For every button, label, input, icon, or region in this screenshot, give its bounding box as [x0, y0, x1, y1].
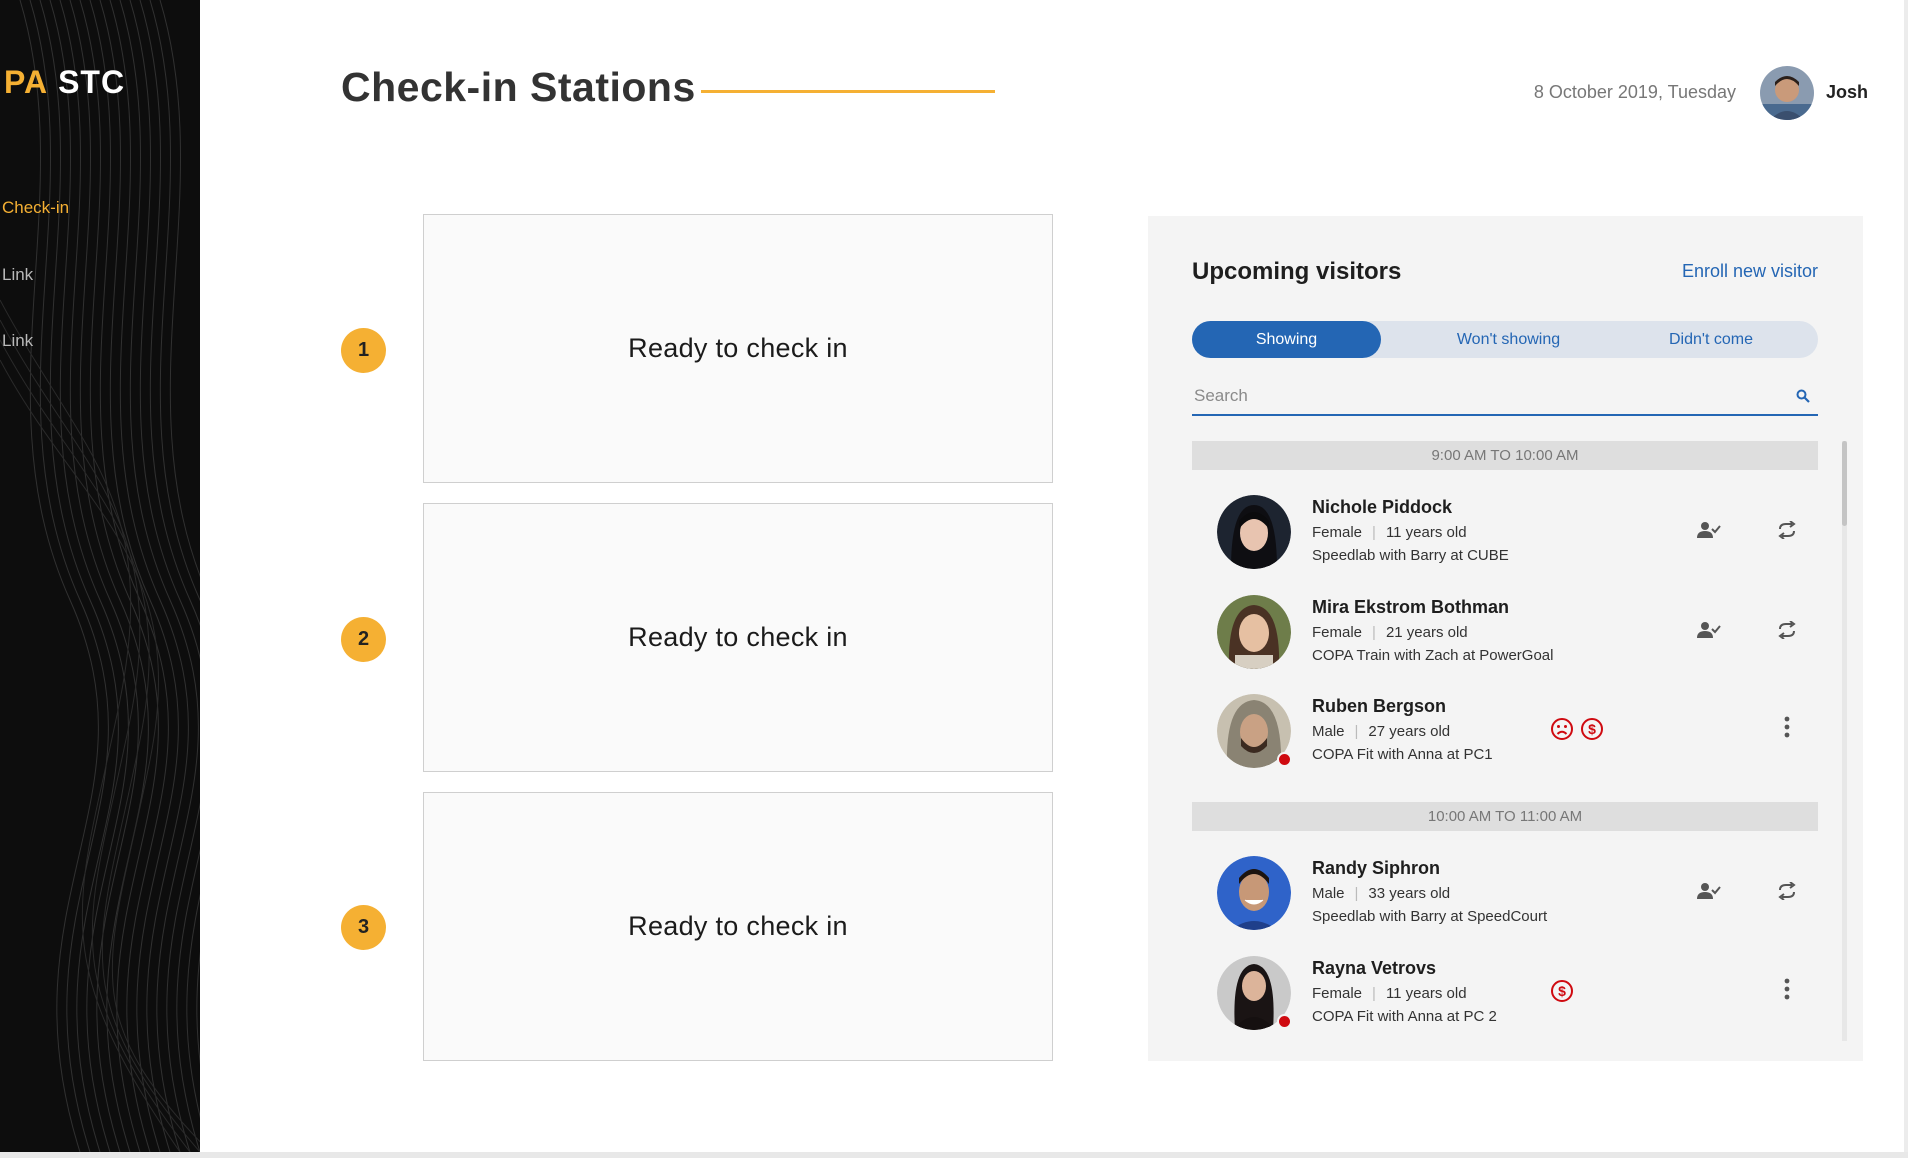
- station-1-status: Ready to check in: [628, 333, 848, 363]
- refresh-icon[interactable]: [1777, 881, 1797, 905]
- sidebar-item-link-2[interactable]: Link: [2, 331, 33, 351]
- visitor-row[interactable]: Nichole Piddock Female | 11 years old Spee…: [1192, 489, 1818, 571]
- station-number-1: 1: [341, 328, 386, 373]
- visitor-age: 11 years old: [1385, 524, 1467, 541]
- visitor-avatar: [1217, 595, 1291, 669]
- visitor-meta: Female | 11 years old: [1312, 985, 1467, 1002]
- app-logo[interactable]: PA STC: [4, 64, 125, 101]
- svg-text:$: $: [1558, 983, 1566, 999]
- visitor-session: Speedlab with Barry at SpeedCourt: [1312, 908, 1548, 925]
- visitor-age: 11 years old: [1385, 985, 1467, 1002]
- separator: |: [1372, 624, 1376, 641]
- sidebar-item-link-1[interactable]: Link: [2, 265, 33, 285]
- bottom-border: [0, 1152, 1908, 1158]
- visitor-name: Randy Siphron: [1312, 858, 1441, 878]
- logo-part-1: PA: [4, 64, 49, 100]
- station-1-panel[interactable]: Ready to check in: [423, 214, 1053, 483]
- visitor-name: Ruben Bergson: [1312, 696, 1447, 716]
- search-icon[interactable]: [1796, 389, 1810, 408]
- check-in-user-icon[interactable]: [1697, 521, 1721, 544]
- visitor-age: 33 years old: [1368, 885, 1451, 902]
- refresh-icon[interactable]: [1777, 520, 1797, 544]
- alert-status-dot: [1277, 1014, 1292, 1029]
- search-field: [1192, 381, 1818, 416]
- dollar-icon: $: [1550, 979, 1574, 1008]
- title-underline: [701, 90, 995, 93]
- visitor-meta: Male | 33 years old: [1312, 885, 1450, 902]
- more-vertical-icon[interactable]: [1784, 716, 1790, 743]
- visitor-age: 27 years old: [1368, 723, 1451, 740]
- visitor-session: COPA Fit with Anna at PC 2: [1312, 1008, 1497, 1025]
- visitor-meta: Female | 21 years old: [1312, 624, 1468, 641]
- visitor-list-scrollbar[interactable]: [1842, 441, 1847, 1041]
- enroll-new-visitor-link[interactable]: Enroll new visitor: [1682, 261, 1818, 282]
- visitor-row[interactable]: Ruben Bergson Male | 27 years old COPA Fit…: [1192, 688, 1818, 770]
- right-border: [1904, 0, 1908, 1152]
- separator: |: [1354, 885, 1359, 902]
- scrollbar-thumb[interactable]: [1842, 441, 1847, 526]
- visitor-gender: Female: [1312, 624, 1363, 641]
- visitor-name: Nichole Piddock: [1312, 497, 1453, 517]
- more-vertical-icon[interactable]: [1784, 978, 1790, 1005]
- current-date: 8 October 2019, Tuesday: [1533, 82, 1736, 102]
- alert-status-dot: [1277, 752, 1292, 767]
- tab-showing[interactable]: Showing: [1192, 321, 1381, 358]
- visitor-meta: Male | 27 years old: [1312, 723, 1450, 740]
- station-2-status: Ready to check in: [628, 622, 848, 652]
- visitor-gender: Female: [1312, 524, 1363, 541]
- separator: |: [1372, 524, 1376, 541]
- visitor-name: Rayna Vetrovs: [1312, 958, 1437, 978]
- separator: |: [1354, 723, 1359, 740]
- visitor-row[interactable]: Rayna Vetrovs Female | 11 years old COPA F…: [1192, 950, 1818, 1032]
- visitor-avatar: [1217, 495, 1291, 569]
- tab-wont-showing[interactable]: Won't showing: [1381, 321, 1636, 358]
- visitor-gender: Male: [1312, 885, 1345, 902]
- station-3-panel[interactable]: Ready to check in: [423, 792, 1053, 1061]
- visitor-meta: Female | 11 years old: [1312, 524, 1467, 541]
- svg-text:$: $: [1588, 721, 1596, 737]
- check-in-user-icon[interactable]: [1697, 882, 1721, 905]
- page-title: Check-in Stations: [341, 64, 696, 110]
- logo-part-2: STC: [58, 64, 126, 100]
- visitor-name: Mira Ekstrom Bothman: [1312, 597, 1510, 617]
- sidebar: PA STC Check-in Link Link: [0, 0, 200, 1152]
- visitor-session: COPA Fit with Anna at PC1: [1312, 746, 1493, 763]
- sad-face-icon: [1550, 717, 1574, 746]
- visitor-session: COPA Train with Zach at PowerGoal: [1312, 647, 1554, 664]
- search-input[interactable]: [1192, 381, 1776, 411]
- visitor-session: Speedlab with Barry at CUBE: [1312, 547, 1509, 564]
- station-number-3: 3: [341, 905, 386, 950]
- user-name[interactable]: Josh: [1826, 82, 1868, 103]
- dollar-icon: $: [1580, 717, 1604, 746]
- upcoming-visitors-panel: Upcoming visitors Enroll new visitor Sho…: [1148, 216, 1863, 1061]
- visitor-avatar: [1217, 856, 1291, 930]
- visitor-status-tabs: Showing Won't showing Didn't come: [1192, 321, 1818, 358]
- tab-didnt-come[interactable]: Didn't come: [1636, 321, 1786, 358]
- visitor-row[interactable]: Randy Siphron Male | 33 years old Speedlab…: [1192, 850, 1818, 932]
- wave-pattern-decoration: [0, 0, 200, 1152]
- sidebar-item-check-in[interactable]: Check-in: [2, 198, 69, 218]
- separator: |: [1372, 985, 1376, 1002]
- user-avatar[interactable]: [1760, 66, 1814, 120]
- station-3-status: Ready to check in: [628, 911, 848, 941]
- check-in-user-icon[interactable]: [1697, 621, 1721, 644]
- visitor-gender: Male: [1312, 723, 1345, 740]
- panel-title: Upcoming visitors: [1192, 258, 1402, 285]
- visitor-gender: Female: [1312, 985, 1363, 1002]
- time-slot-header: 9:00 AM TO 10:00 AM: [1192, 441, 1818, 470]
- time-slot-header: 10:00 AM TO 11:00 AM: [1192, 802, 1818, 831]
- visitor-age: 21 years old: [1385, 624, 1468, 641]
- station-2-panel[interactable]: Ready to check in: [423, 503, 1053, 772]
- refresh-icon[interactable]: [1777, 620, 1797, 644]
- station-number-2: 2: [341, 617, 386, 662]
- visitor-row[interactable]: Mira Ekstrom Bothman Female | 21 years old…: [1192, 589, 1818, 671]
